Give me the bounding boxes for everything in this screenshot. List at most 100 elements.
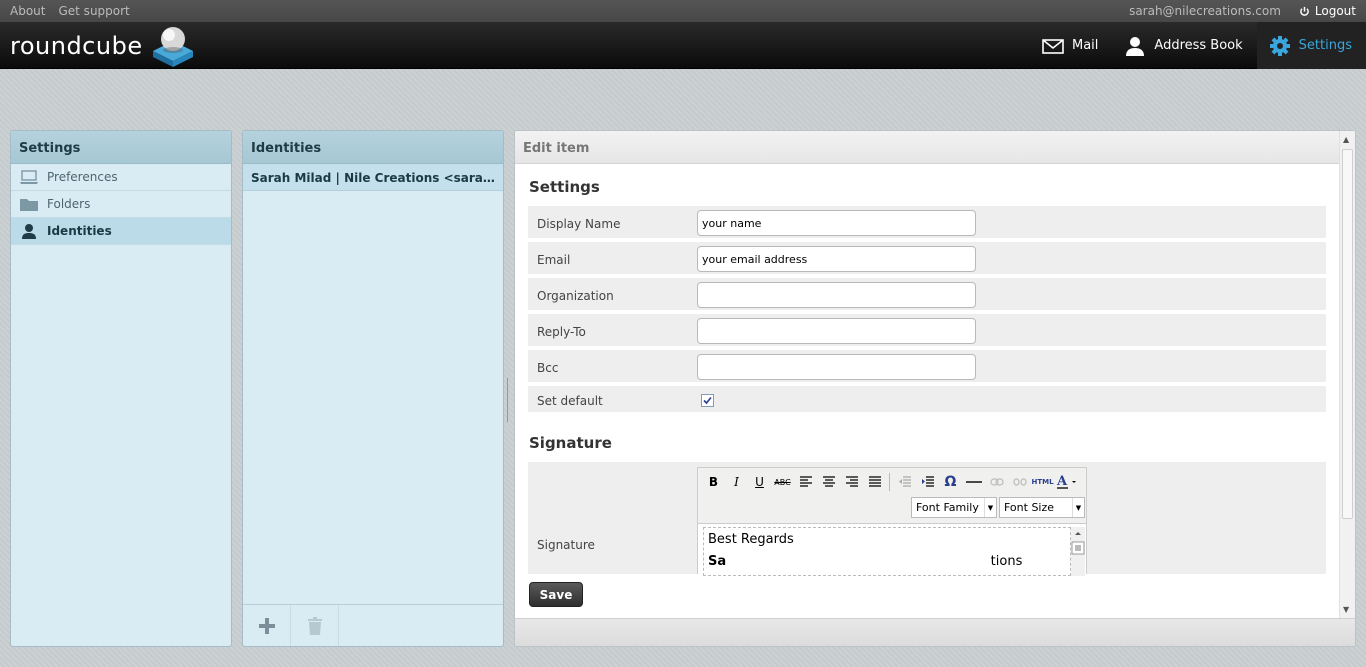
email-row: Email	[528, 242, 1326, 276]
text-color-button[interactable]: A	[1054, 472, 1080, 492]
font-size-value: Font Size	[1004, 501, 1055, 514]
sidebar-item-label: Identities	[47, 224, 112, 238]
reply-to-input[interactable]	[697, 318, 976, 344]
roundcube-logo-icon	[152, 27, 193, 67]
person-icon	[1126, 36, 1145, 56]
folder-icon	[20, 199, 38, 211]
editor-toolbar: B I U ABC Ω HTML A	[702, 472, 1080, 492]
indent-button[interactable]	[916, 472, 939, 492]
align-center-button[interactable]	[817, 472, 840, 492]
horizontal-rule-button[interactable]	[962, 472, 985, 492]
settings-panel-title: Settings	[11, 131, 231, 164]
about-link[interactable]: About	[10, 4, 45, 18]
nav-mail-label: Mail	[1072, 38, 1099, 53]
nav-mail[interactable]: Mail	[1030, 22, 1112, 69]
link-icon	[989, 478, 1004, 486]
main-nav: Mail Address Book Settings	[1030, 22, 1366, 69]
scroll-up-icon	[1075, 532, 1081, 535]
set-default-row: Set default	[528, 386, 1326, 414]
email-input[interactable]	[697, 246, 976, 272]
checkmark-icon	[703, 396, 712, 405]
align-right-icon	[845, 476, 858, 487]
trash-icon	[307, 617, 322, 635]
person-icon	[22, 224, 36, 239]
scroll-thumb[interactable]	[1342, 149, 1353, 519]
signature-content: Best Regards Sa tions	[703, 527, 1071, 576]
chevron-down-icon: ▼	[1072, 498, 1084, 517]
gear-icon	[1269, 35, 1290, 56]
power-icon	[1300, 6, 1309, 16]
signature-scrollbar[interactable]	[1071, 527, 1085, 576]
edit-panel: Edit item Settings Display Name Email Or…	[514, 130, 1356, 647]
font-size-select[interactable]: Font Size ▼	[999, 497, 1085, 518]
bcc-row: Bcc	[528, 350, 1326, 384]
delete-identity-button[interactable]	[291, 605, 339, 646]
bold-button[interactable]: B	[702, 472, 725, 492]
signature-section-title: Signature	[529, 434, 612, 452]
logout-button[interactable]: Logout	[1299, 4, 1356, 18]
bcc-input[interactable]	[697, 354, 976, 380]
sidebar-item-folders[interactable]: Folders	[11, 191, 231, 218]
signature-row: Signature B I U ABC Ω HTML A Font Family…	[528, 462, 1326, 576]
identities-panel-title: Identities	[243, 131, 503, 164]
font-family-value: Font Family	[916, 501, 979, 514]
organization-input[interactable]	[697, 282, 976, 308]
horizontal-rule-icon	[965, 481, 982, 483]
text-color-icon: A	[1056, 474, 1076, 489]
signature-line-2-end: tions	[990, 554, 1023, 569]
nav-address-book-label: Address Book	[1154, 38, 1243, 53]
edit-panel-scrollbar[interactable]: ▲ ▼	[1339, 131, 1355, 619]
underline-button[interactable]: U	[748, 472, 771, 492]
special-char-button[interactable]: Ω	[939, 472, 962, 492]
sidebar-item-label: Preferences	[47, 170, 118, 184]
justify-icon	[868, 476, 881, 487]
laptop-icon	[20, 170, 38, 184]
font-family-select[interactable]: Font Family ▼	[911, 497, 997, 518]
signature-text-area[interactable]: Best Regards Sa tions	[698, 523, 1086, 576]
identities-footer	[243, 604, 503, 646]
edit-panel-footer	[515, 618, 1355, 646]
align-left-button[interactable]	[794, 472, 817, 492]
display-name-row: Display Name	[528, 206, 1326, 240]
set-default-checkbox[interactable]	[701, 394, 714, 407]
nav-settings-label: Settings	[1298, 38, 1352, 53]
reply-to-label: Reply-To	[537, 325, 586, 339]
organization-label: Organization	[537, 289, 614, 303]
justify-button[interactable]	[863, 472, 886, 492]
outdent-button[interactable]	[893, 472, 916, 492]
html-button[interactable]: HTML	[1031, 472, 1054, 492]
reply-to-row: Reply-To	[528, 314, 1326, 348]
scroll-thumb-icon	[1071, 541, 1085, 555]
italic-button[interactable]: I	[725, 472, 748, 492]
logo[interactable]: roundcube	[10, 26, 197, 67]
sidebar-item-identities[interactable]: Identities	[11, 218, 231, 245]
nav-settings[interactable]: Settings	[1256, 22, 1366, 69]
scroll-up-arrow-icon[interactable]: ▲	[1343, 135, 1349, 144]
settings-section-title: Settings	[529, 178, 600, 196]
envelope-icon	[1042, 38, 1064, 54]
signature-label: Signature	[537, 538, 595, 552]
unlink-button[interactable]	[1008, 472, 1031, 492]
panel-splitter[interactable]	[507, 378, 511, 422]
add-identity-button[interactable]	[243, 605, 291, 646]
identity-item[interactable]: Sarah Milad | Nile Creations <sarah@nile…	[243, 164, 503, 191]
sidebar-item-preferences[interactable]: Preferences	[11, 164, 231, 191]
align-center-icon	[822, 476, 835, 487]
strikethrough-button[interactable]: ABC	[771, 472, 794, 492]
set-default-label: Set default	[537, 394, 603, 408]
align-left-icon	[799, 476, 812, 487]
logo-text: roundcube	[10, 32, 143, 60]
edit-panel-title: Edit item	[515, 131, 1355, 164]
align-right-button[interactable]	[840, 472, 863, 492]
save-button[interactable]: Save	[529, 582, 583, 607]
indent-icon	[921, 476, 934, 487]
svg-text:A: A	[1056, 474, 1068, 489]
scroll-down-arrow-icon[interactable]: ▼	[1343, 605, 1349, 614]
organization-row: Organization	[528, 278, 1326, 312]
logout-label: Logout	[1314, 4, 1356, 18]
display-name-input[interactable]	[697, 210, 976, 236]
link-button[interactable]	[985, 472, 1008, 492]
nav-address-book[interactable]: Address Book	[1112, 22, 1256, 69]
get-support-link[interactable]: Get support	[58, 4, 129, 18]
signature-line-2: Sa tions	[708, 554, 1066, 569]
